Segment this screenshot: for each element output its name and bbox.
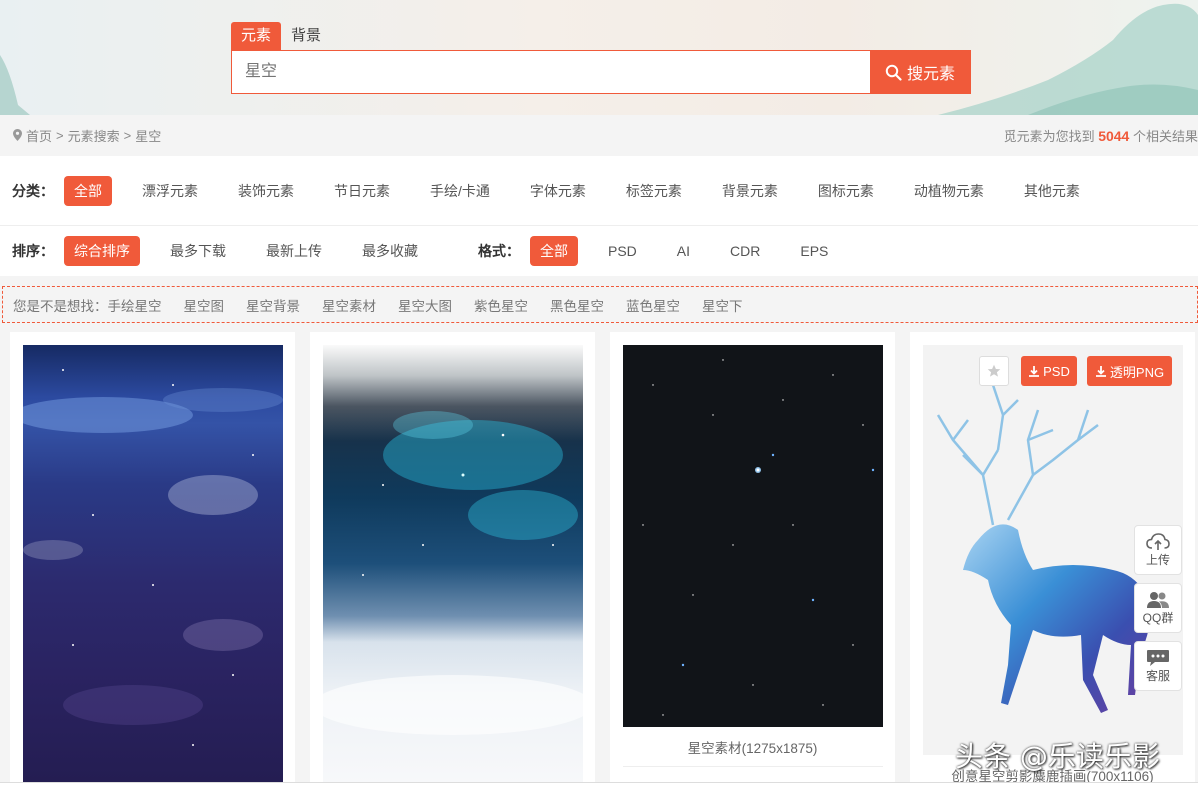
format-option[interactable]: EPS — [790, 236, 838, 266]
category-option[interactable]: 节日元素 — [324, 176, 400, 206]
category-option[interactable]: 装饰元素 — [228, 176, 304, 206]
download-icon — [1029, 366, 1040, 377]
breadcrumb-home[interactable]: 首页 — [26, 126, 52, 145]
search-icon — [885, 64, 902, 81]
location-icon — [13, 129, 22, 141]
sort-format-filter: 排序： 综合排序 最多下载 最新上传 最多收藏 格式： 全部 PSD AI CD… — [0, 226, 1198, 276]
download-psd-button[interactable]: PSD — [1021, 356, 1077, 386]
watermark: 头条 @乐读乐影 — [955, 740, 1160, 773]
search-input[interactable] — [232, 51, 870, 93]
suggestion-link[interactable]: 星空下 — [702, 295, 743, 315]
category-option[interactable]: 动植物元素 — [904, 176, 994, 206]
starfield-decoration — [642, 359, 875, 716]
breadcrumb-current: 星空 — [135, 128, 162, 144]
upload-cloud-icon — [1146, 532, 1170, 550]
breadcrumb-bar: 首页 > 元素搜索 > 星空 觅元素为您找到 5044 个相关结果 — [0, 115, 1198, 155]
result-suffix: 个相关结果 — [1132, 128, 1198, 144]
category-option[interactable]: 其他元素 — [1014, 176, 1090, 206]
format-option[interactable]: 全部 — [530, 236, 578, 266]
category-option[interactable]: 标签元素 — [616, 176, 692, 206]
left-hill-decoration — [0, 55, 30, 115]
suggestion-link[interactable]: 蓝色星空 — [626, 295, 680, 315]
qq-group-icon — [1147, 591, 1169, 608]
upload-label: 上传 — [1145, 552, 1170, 567]
qq-group-label: QQ群 — [1142, 610, 1174, 625]
upload-button[interactable]: 上传 — [1134, 525, 1182, 575]
search-box: 搜元素 — [231, 50, 971, 94]
breadcrumb-element-search[interactable]: 元素搜索 — [68, 126, 120, 145]
tab-background[interactable]: 背景 — [281, 22, 331, 50]
card-thumbnail[interactable] — [23, 345, 283, 782]
suggestion-link[interactable]: 手绘星空 — [108, 295, 162, 315]
breadcrumb-separator: > — [56, 127, 64, 143]
divider — [623, 766, 883, 767]
header-banner: 元素 背景 搜元素 — [0, 0, 1198, 115]
sort-label: 排序： — [12, 243, 54, 259]
card-thumbnail[interactable] — [323, 345, 583, 782]
suggestion-link[interactable]: 星空图 — [184, 295, 225, 315]
download-icon — [1095, 366, 1106, 377]
suggestion-link[interactable]: 星空背景 — [246, 295, 300, 315]
suggestion-bar: 您是不是想找： 手绘星空 星空图 星空背景 星空素材 星空大图 紫色星空 黑色星… — [2, 286, 1198, 323]
card-caption[interactable]: 星空素材(1275x1875) — [610, 737, 895, 757]
category-option[interactable]: 手绘/卡通 — [420, 176, 500, 206]
favorite-button[interactable] — [979, 356, 1009, 386]
format-option[interactable]: CDR — [720, 236, 770, 266]
suggestion-link[interactable]: 紫色星空 — [474, 295, 528, 315]
sort-option[interactable]: 综合排序 — [64, 236, 140, 266]
download-png-label: 透明PNG — [1109, 364, 1165, 380]
search-type-tabs: 元素 背景 — [231, 22, 331, 50]
download-png-button[interactable]: 透明PNG — [1087, 356, 1172, 386]
breadcrumb-separator: > — [123, 127, 132, 143]
category-option[interactable]: 全部 — [64, 176, 112, 206]
right-hill-decoration — [938, 3, 1198, 115]
category-option[interactable]: 背景元素 — [712, 176, 788, 206]
download-psd-label: PSD — [1043, 363, 1070, 379]
format-option[interactable]: AI — [667, 236, 700, 266]
nebula-decoration — [323, 411, 583, 735]
suggestion-label: 您是不是想找： — [13, 298, 108, 314]
result-card[interactable]: 星空素材(1275x1875) — [610, 332, 895, 782]
nebula-decoration — [23, 369, 283, 746]
category-filter: 分类： 全部 漂浮元素 装饰元素 节日元素 手绘/卡通 字体元素 标签元素 背景… — [0, 156, 1198, 226]
category-option[interactable]: 图标元素 — [808, 176, 884, 206]
customer-service-button[interactable]: 客服 — [1134, 641, 1182, 691]
sort-option[interactable]: 最多下载 — [160, 236, 236, 266]
result-count-text: 觅元素为您找到 5044 个相关结果 — [1004, 126, 1198, 145]
customer-service-label: 客服 — [1145, 668, 1170, 683]
search-button[interactable]: 搜元素 — [870, 51, 970, 93]
result-card[interactable] — [310, 332, 595, 782]
result-count: 5044 — [1098, 127, 1130, 144]
suggestion-link[interactable]: 星空素材 — [322, 295, 376, 315]
result-card[interactable] — [10, 332, 295, 782]
suggestion-link[interactable]: 黑色星空 — [550, 295, 604, 315]
category-label: 分类： — [12, 183, 54, 199]
qq-group-button[interactable]: QQ群 — [1134, 583, 1182, 633]
sort-option[interactable]: 最多收藏 — [352, 236, 428, 266]
suggestion-link[interactable]: 星空大图 — [398, 295, 452, 315]
category-option[interactable]: 字体元素 — [520, 176, 596, 206]
browser-status-strip — [0, 782, 1198, 791]
sort-option[interactable]: 最新上传 — [256, 236, 332, 266]
format-option[interactable]: PSD — [598, 236, 647, 266]
breadcrumb: 首页 > 元素搜索 > 星空 — [13, 126, 161, 145]
format-label: 格式： — [478, 243, 520, 259]
category-option[interactable]: 漂浮元素 — [132, 176, 208, 206]
chat-icon — [1147, 649, 1169, 666]
result-prefix: 觅元素为您找到 — [1003, 128, 1095, 144]
tab-element[interactable]: 元素 — [231, 22, 282, 50]
card-thumbnail[interactable] — [623, 345, 883, 727]
search-button-label: 搜元素 — [906, 66, 955, 83]
star-icon — [987, 364, 1001, 377]
